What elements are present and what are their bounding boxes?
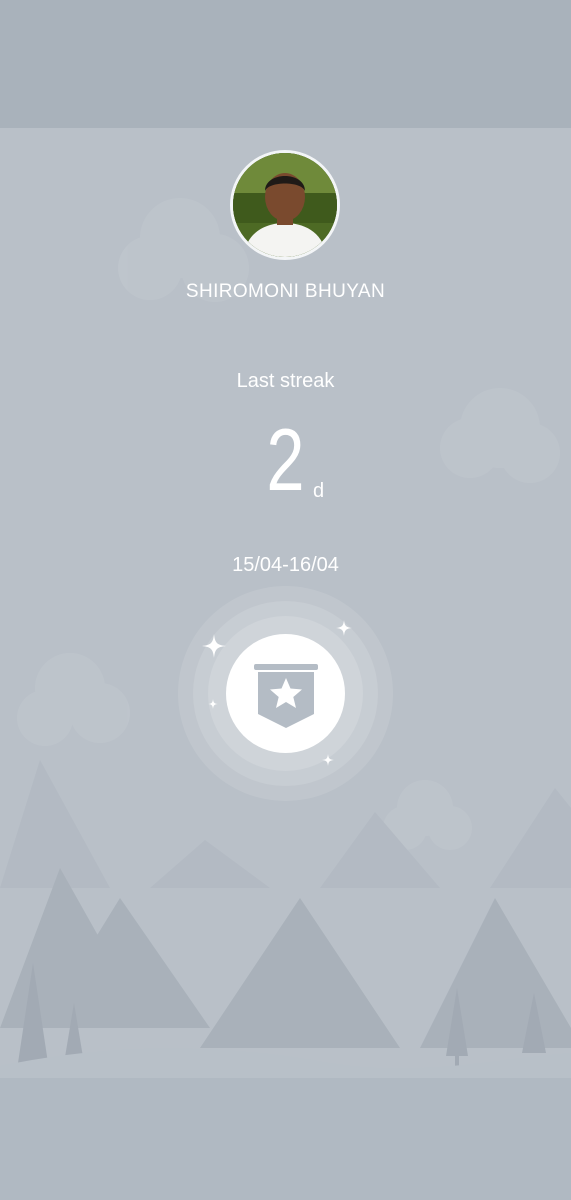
sparkle-icon (202, 634, 226, 658)
banner-star-icon (254, 664, 318, 728)
streak-value: 2 (266, 410, 305, 509)
streak-badge[interactable] (178, 586, 393, 801)
top-bar (0, 0, 571, 128)
avatar-photo (233, 153, 337, 257)
sparkle-icon (322, 754, 334, 766)
avatar[interactable] (230, 150, 340, 260)
streak-label: Last streak (236, 370, 335, 392)
badge-circle (226, 634, 345, 753)
bottom-ground (0, 1078, 571, 1200)
sparkle-icon (336, 620, 352, 636)
streak-unit: d (313, 480, 325, 502)
user-name: SHIROMONI BHUYAN (185, 281, 386, 302)
streak-date-range: 15/04-16/04 (232, 554, 339, 576)
sparkle-icon (208, 699, 218, 709)
